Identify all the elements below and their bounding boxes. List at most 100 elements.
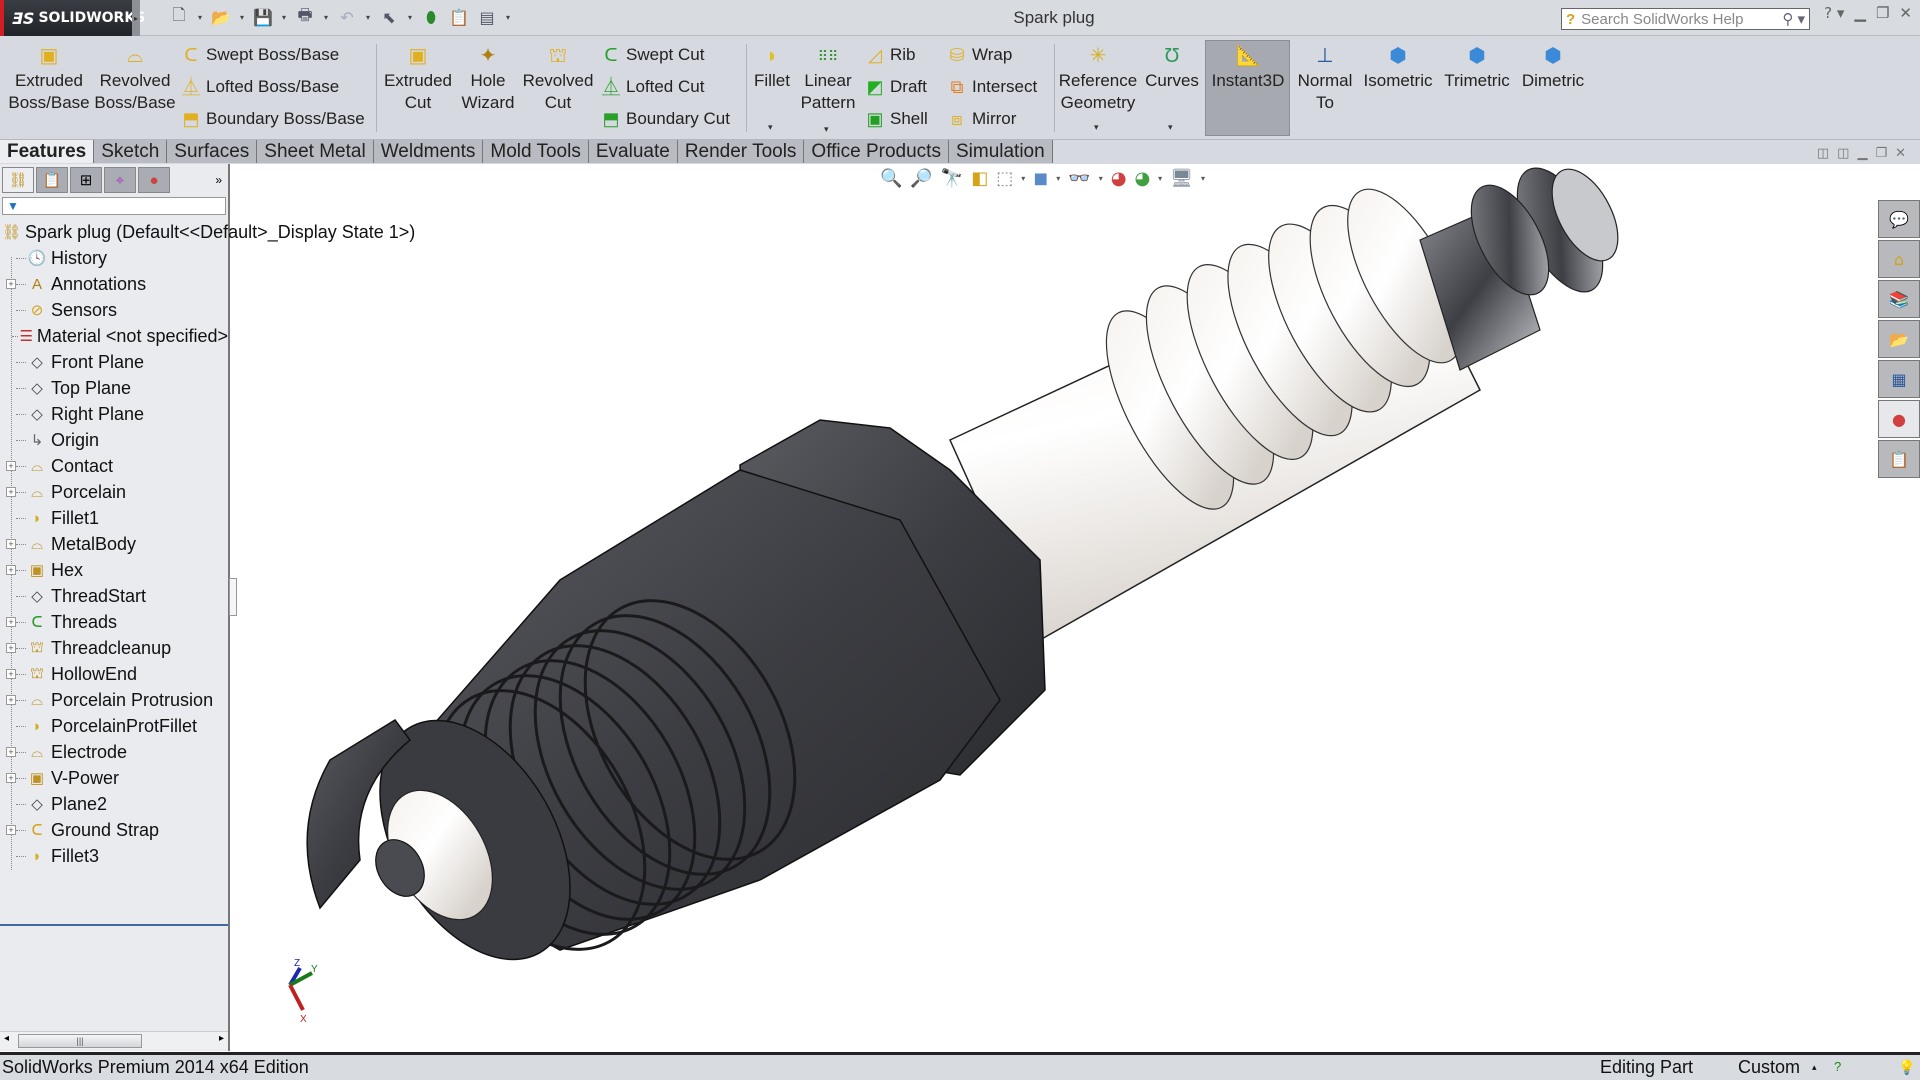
lofted-cut-button[interactable]: ⏅ Lofted Cut — [600, 74, 704, 100]
lofted-boss-button[interactable]: ⏅ Lofted Boss/Base — [180, 74, 339, 100]
tree-item[interactable]: + A Annotations — [0, 271, 228, 297]
tab-evaluate[interactable]: Evaluate — [588, 140, 678, 163]
configurationmanager-tab[interactable]: ⊞ — [70, 167, 102, 193]
tab-sheet-metal[interactable]: Sheet Metal — [257, 140, 374, 163]
menu-expand-arrow[interactable]: ▸ — [132, 0, 140, 36]
boundary-boss-button[interactable]: ⬒ Boundary Boss/Base — [180, 106, 364, 132]
mirror-button[interactable]: ⧈ Mirror — [946, 106, 1016, 132]
search-input[interactable]: Search SolidWorks Help — [1581, 11, 1743, 28]
tree-item[interactable]: + ⌓ Contact — [0, 453, 228, 479]
close-icon[interactable]: ✕ — [1899, 4, 1912, 22]
swept-boss-button[interactable]: ᑕ Swept Boss/Base — [180, 42, 339, 68]
fillet-button[interactable]: ◗ Fillet — [752, 44, 792, 92]
tab-office-products[interactable]: Office Products — [804, 140, 949, 163]
expand-icon[interactable]: + — [6, 279, 16, 289]
tile-left-icon[interactable]: ◫ — [1817, 146, 1829, 161]
tree-item[interactable]: ◗ Fillet1 — [0, 505, 228, 531]
view-palette-icon[interactable]: 📂 — [1878, 320, 1920, 358]
revolved-boss-button[interactable]: ⌓ Revolved Boss/Base — [94, 44, 176, 114]
scroll-left-icon[interactable]: ◂ — [4, 1033, 9, 1044]
tree-root[interactable]: ⛓ Spark plug (Default<<Default>_Display S… — [0, 219, 415, 245]
tab-simulation[interactable]: Simulation — [948, 140, 1053, 163]
linear-pattern-button[interactable]: ⠿⠿ Linear Pattern — [798, 44, 858, 114]
tree-item[interactable]: + ⛫ HollowEnd — [0, 661, 228, 687]
save-dropdown[interactable]: ▾ — [280, 13, 288, 22]
expand-icon[interactable]: + — [6, 487, 16, 497]
shell-button[interactable]: ▣ Shell — [864, 106, 927, 132]
doc-minimize-icon[interactable]: ▁ — [1857, 146, 1867, 161]
tab-weldments[interactable]: Weldments — [373, 140, 484, 163]
expand-icon[interactable]: + — [6, 565, 16, 575]
more-tabs-icon[interactable]: » — [215, 167, 222, 193]
draft-button[interactable]: ◩ Draft — [864, 74, 926, 100]
new-document-icon[interactable]: 🗋 — [168, 4, 190, 31]
tree-item[interactable]: ◇ Top Plane — [0, 375, 228, 401]
tree-filter[interactable]: ▼ — [2, 197, 226, 215]
tab-features[interactable]: Features — [0, 140, 95, 163]
expand-icon[interactable]: + — [6, 539, 16, 549]
extruded-boss-button[interactable]: ▣ Extruded Boss/Base — [8, 44, 90, 114]
tree-item[interactable]: ◇ Front Plane — [0, 349, 228, 375]
tree-item[interactable]: + ⛫ Threadcleanup — [0, 635, 228, 661]
dimxpert-tab[interactable]: ⌖ — [104, 167, 136, 193]
tree-item[interactable]: ◇ Plane2 — [0, 791, 228, 817]
panel-horizontal-scrollbar[interactable]: ◂ ||| ▸ — [0, 1031, 228, 1049]
hide-show-items-icon[interactable]: 👓 — [1068, 168, 1090, 189]
doc-close-icon[interactable]: ✕ — [1895, 146, 1906, 161]
expand-icon[interactable]: + — [6, 773, 16, 783]
swept-cut-button[interactable]: ᑕ Swept Cut — [600, 42, 704, 68]
tree-item[interactable]: + ⌓ Porcelain — [0, 479, 228, 505]
select-cursor-icon[interactable]: ⬉ — [378, 8, 400, 27]
units-selector[interactable]: Custom — [1738, 1055, 1800, 1079]
appearances-icon[interactable]: ▦ — [1878, 360, 1920, 398]
open-folder-icon[interactable]: 📂 — [210, 8, 232, 27]
wrap-button[interactable]: ⛁ Wrap — [946, 42, 1012, 68]
apply-scene-dropdown[interactable]: ▾ — [1158, 174, 1162, 183]
featuremanager-tab[interactable]: ⛓ — [2, 167, 34, 193]
help-search-box[interactable]: ? Search SolidWorks Help ⚲ ▾ — [1561, 8, 1810, 30]
tree-item[interactable]: ◇ ThreadStart — [0, 583, 228, 609]
quick-tips-icon[interactable]: ? — [1834, 1055, 1841, 1079]
tree-item[interactable]: ⊘ Sensors — [0, 297, 228, 323]
section-view-icon[interactable]: ◧ — [971, 168, 988, 189]
dimetric-button[interactable]: ⬢ Dimetric — [1518, 44, 1588, 92]
solidworks-logo[interactable]: ƎS SOLIDWORKS — [0, 0, 145, 36]
zoom-to-area-icon[interactable]: 🔎 — [910, 168, 932, 189]
reference-geometry-button[interactable]: ✳ Reference Geometry — [1058, 44, 1138, 114]
file-explorer-icon[interactable]: 📚 — [1878, 280, 1920, 318]
expand-icon[interactable]: + — [6, 747, 16, 757]
view-settings-icon[interactable]: 🖥 — [1170, 168, 1193, 189]
solidworks-resources-icon[interactable]: 💬 — [1878, 200, 1920, 238]
rollback-bar[interactable] — [0, 924, 228, 926]
edit-appearance-icon[interactable]: ◕ — [1111, 168, 1127, 189]
help-icon[interactable]: ? ▾ — [1824, 4, 1844, 22]
expand-icon[interactable]: + — [6, 461, 16, 471]
tree-item[interactable]: ◗ Fillet3 — [0, 843, 228, 869]
view-settings-dropdown[interactable]: ▾ — [1201, 174, 1205, 183]
tab-sketch[interactable]: Sketch — [94, 140, 168, 163]
instant3d-button[interactable]: 📐 Instant3D — [1207, 44, 1289, 92]
curves-button[interactable]: Ʊ Curves — [1142, 44, 1202, 92]
expand-icon[interactable]: + — [6, 617, 16, 627]
units-dropdown-icon[interactable]: ▴ — [1812, 1055, 1817, 1079]
forum-icon[interactable]: 📋 — [1878, 440, 1920, 478]
minimize-icon[interactable]: ▁ — [1854, 4, 1866, 22]
custom-properties-icon[interactable]: ● — [1878, 400, 1920, 438]
curves-dropdown[interactable]: ▾ — [1168, 122, 1173, 133]
tile-right-icon[interactable]: ◫ — [1837, 146, 1849, 161]
hole-wizard-button[interactable]: ✦ Hole Wizard — [458, 44, 518, 114]
search-icon[interactable]: ⚲ ▾ — [1782, 10, 1805, 28]
save-icon[interactable]: 💾 — [252, 8, 274, 27]
rebuild-status-icon[interactable]: 💡 — [1898, 1055, 1915, 1079]
undo-icon[interactable]: ↶ — [336, 8, 358, 27]
rebuild-icon[interactable]: ⬮ — [420, 8, 442, 28]
tree-item[interactable]: ↳ Origin — [0, 427, 228, 453]
zoom-to-fit-icon[interactable]: 🔍 — [880, 168, 902, 189]
tree-item[interactable]: + ᑕ Threads — [0, 609, 228, 635]
tab-render-tools[interactable]: Render Tools — [677, 140, 805, 163]
reference-geometry-dropdown[interactable]: ▾ — [1094, 122, 1099, 133]
boundary-cut-button[interactable]: ⬒ Boundary Cut — [600, 106, 729, 132]
open-dropdown[interactable]: ▾ — [238, 13, 246, 22]
display-style-dropdown[interactable]: ▾ — [1056, 174, 1060, 183]
tree-item[interactable]: + ⌓ Porcelain Protrusion — [0, 687, 228, 713]
